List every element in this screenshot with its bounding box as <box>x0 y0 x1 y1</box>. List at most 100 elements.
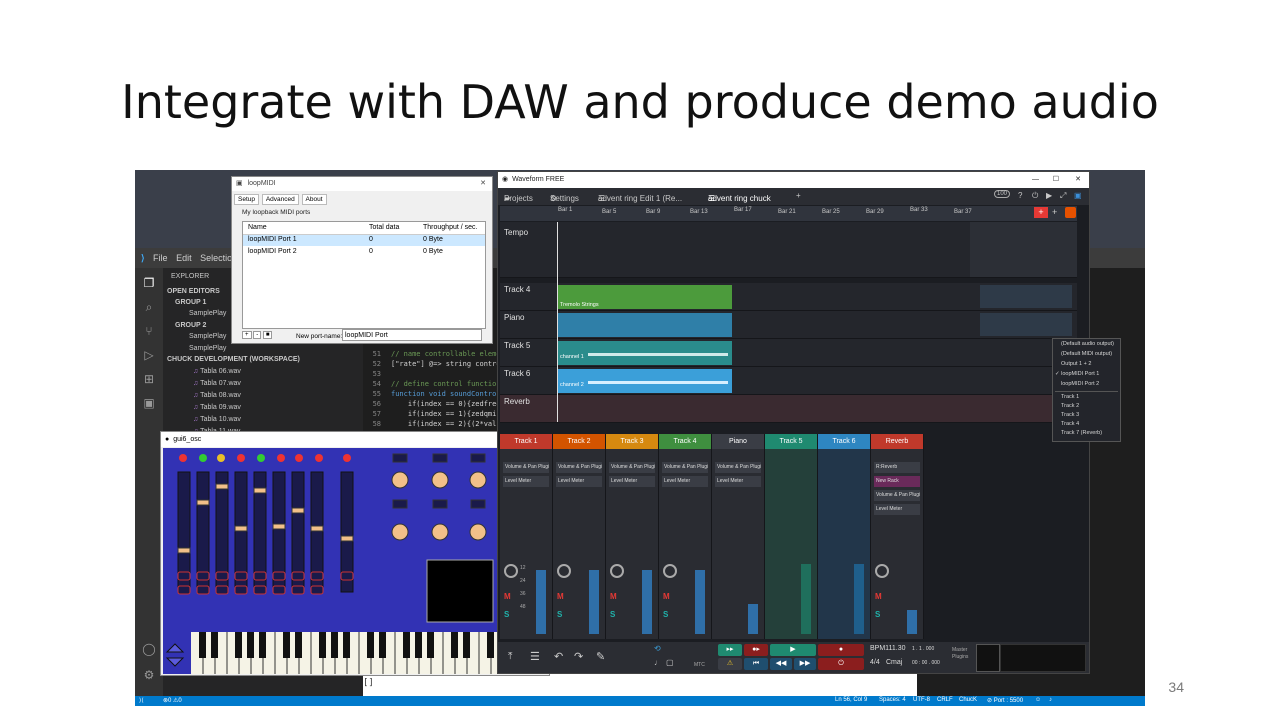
settings-gear-icon[interactable]: ⚙ <box>142 668 156 682</box>
plugin-slot[interactable]: Level Meter <box>609 476 655 487</box>
track-row-4[interactable]: Track 4 Tremolo Strings <box>500 283 1077 311</box>
workspace-header[interactable]: CHUCK DEVELOPMENT (WORKSPACE) <box>167 354 367 365</box>
menu-item[interactable]: (Default MIDI output) <box>1061 351 1112 357</box>
plugin-slot[interactable]: Level Meter <box>874 504 920 515</box>
line-endings[interactable]: CRLF <box>937 697 953 703</box>
clip-channel-2[interactable]: channel 2 <box>558 369 732 393</box>
plugin-slot[interactable]: New Rack <box>874 476 920 487</box>
solo-button[interactable]: S <box>610 610 615 619</box>
clip-tremolo-strings[interactable]: Tremolo Strings <box>558 285 732 309</box>
run-icon[interactable]: ▷ <box>142 348 156 362</box>
plug-icon[interactable]: ⏻ <box>1032 191 1038 201</box>
maximize-icon[interactable]: ☐ <box>1053 172 1059 188</box>
export-icon[interactable]: ⤒ <box>508 651 512 662</box>
key-display[interactable]: Cmaj <box>886 659 902 666</box>
close-icon[interactable]: ✕ <box>480 177 486 191</box>
table-row[interactable]: loopMIDI Port 2 0 0 Byte <box>243 247 485 258</box>
indentation[interactable]: Spaces: 4 <box>879 697 906 703</box>
mute-button[interactable]: M <box>610 592 617 601</box>
record-arm-button[interactable]: ●▸ <box>744 644 768 656</box>
search-icon[interactable]: ⌕ <box>142 300 156 314</box>
plugin-slot[interactable]: R:Reverb <box>874 462 920 473</box>
new-tab-button[interactable]: + <box>796 191 801 200</box>
solo-button[interactable]: S <box>504 610 509 619</box>
notifications-icon[interactable]: ♪ <box>1049 697 1052 703</box>
encoding[interactable]: UTF-8 <box>913 697 930 703</box>
play-from-start-button[interactable]: ▸▸ <box>718 644 742 656</box>
add-marker-icon[interactable]: + <box>1052 207 1057 217</box>
xy-pad[interactable] <box>426 559 494 623</box>
solo-button[interactable]: S <box>663 610 668 619</box>
strip-name[interactable]: Track 3 <box>606 434 658 449</box>
new-port-input[interactable]: loopMIDI Port <box>342 329 482 341</box>
strip-name[interactable]: Track 2 <box>553 434 605 449</box>
track-row-reverb[interactable]: Reverb <box>500 395 1077 423</box>
mute-button[interactable]: M <box>663 592 670 601</box>
bpm-display[interactable]: BPM111.30 <box>870 645 906 652</box>
plugin-slot[interactable]: Volume & Pan Plugin <box>874 490 920 501</box>
strip-name[interactable]: Piano <box>712 434 764 449</box>
plugin-slot[interactable]: Level Meter <box>662 476 708 487</box>
piano-keyboard[interactable] <box>191 632 499 674</box>
solo-button[interactable]: S <box>875 610 880 619</box>
strip-name[interactable]: Track 1 <box>500 434 552 449</box>
pan-knob[interactable] <box>875 564 889 578</box>
menu-item[interactable]: Track 7 (Reverb) <box>1061 430 1102 436</box>
close-icon[interactable]: ✕ <box>1075 172 1081 188</box>
column-header[interactable]: Total data <box>369 224 399 231</box>
strip-name[interactable]: Track 5 <box>765 434 817 449</box>
live-server-port[interactable]: ⊘ Port : 5500 <box>987 697 1023 704</box>
mute-button[interactable]: M <box>875 592 882 601</box>
account-icon[interactable]: ◯ <box>142 642 156 656</box>
track-row-5[interactable]: Track 5 channel 1 <box>500 339 1077 367</box>
play-button[interactable]: ▶ <box>770 644 816 656</box>
rewind-button[interactable]: ◀◀ <box>770 658 792 670</box>
track-row-piano[interactable]: Piano <box>500 311 1077 339</box>
menu-item[interactable]: Track 1 <box>1061 394 1079 400</box>
help-icon[interactable]: ? <box>1018 191 1022 200</box>
time-signature[interactable]: 4/4 <box>870 659 880 666</box>
strip-name[interactable]: Track 6 <box>818 434 870 449</box>
fullscreen-icon[interactable]: ⤢ <box>1060 191 1066 201</box>
language-mode[interactable]: ChucK <box>959 697 977 703</box>
strip-name[interactable]: Reverb <box>871 434 923 449</box>
column-header[interactable]: Throughput / sec. <box>423 224 477 231</box>
menu-icon[interactable]: ☰ <box>530 650 540 663</box>
plugin-slot[interactable]: Level Meter <box>715 476 761 487</box>
wrench-icon[interactable]: ✎ <box>596 650 605 663</box>
record-settings-icon[interactable] <box>1065 207 1076 218</box>
solo-button[interactable]: S <box>557 610 562 619</box>
pan-knob[interactable] <box>557 564 571 578</box>
menu-item[interactable]: Output 1 + 2 <box>1061 361 1091 367</box>
menu-item[interactable]: Track 2 <box>1061 403 1079 409</box>
tab-about[interactable]: About <box>301 194 327 205</box>
plugin-slot[interactable]: Level Meter <box>503 476 549 487</box>
pan-knob[interactable] <box>504 564 518 578</box>
column-header[interactable]: Name <box>248 224 267 231</box>
lock-icon[interactable]: ▢ <box>666 658 674 667</box>
punch-button[interactable]: ⏻ <box>818 658 864 670</box>
pan-knob[interactable] <box>663 564 677 578</box>
redo-icon[interactable]: ↷ <box>574 650 583 663</box>
menu-file[interactable]: File <box>153 253 168 263</box>
plugin-slot[interactable]: Level Meter <box>556 476 602 487</box>
metronome-icon[interactable]: ♩ <box>654 658 662 667</box>
knob-grid[interactable] <box>391 453 487 541</box>
remote-icon[interactable]: ▣ <box>142 396 156 410</box>
add-port-button[interactable]: + <box>242 331 252 339</box>
time-display[interactable]: 00 : 00 . 000 <box>912 660 940 666</box>
clip-channel-1[interactable]: channel 1 <box>558 341 732 365</box>
warning-icon[interactable]: ⚠ <box>718 658 742 670</box>
browser-toggle-icon[interactable]: ▣ <box>1074 191 1082 200</box>
strip-name[interactable]: Track 4 <box>659 434 711 449</box>
cursor-position[interactable]: Ln 56, Col 9 <box>835 697 867 703</box>
problems-indicator[interactable]: ⊗0 ⚠0 <box>163 697 182 704</box>
octave-down-icon[interactable] <box>165 657 185 667</box>
go-to-start-button[interactable]: ⏮ <box>744 658 768 670</box>
minimize-icon[interactable]: — <box>1032 172 1039 188</box>
remote-indicator-icon[interactable]: ⟩⟨ <box>139 697 144 704</box>
open-file[interactable]: SamplePlay <box>189 343 389 354</box>
menu-item[interactable]: Track 4 <box>1061 421 1079 427</box>
stop-port-button[interactable]: ■ <box>262 331 273 339</box>
remove-port-button[interactable]: - <box>253 331 262 339</box>
